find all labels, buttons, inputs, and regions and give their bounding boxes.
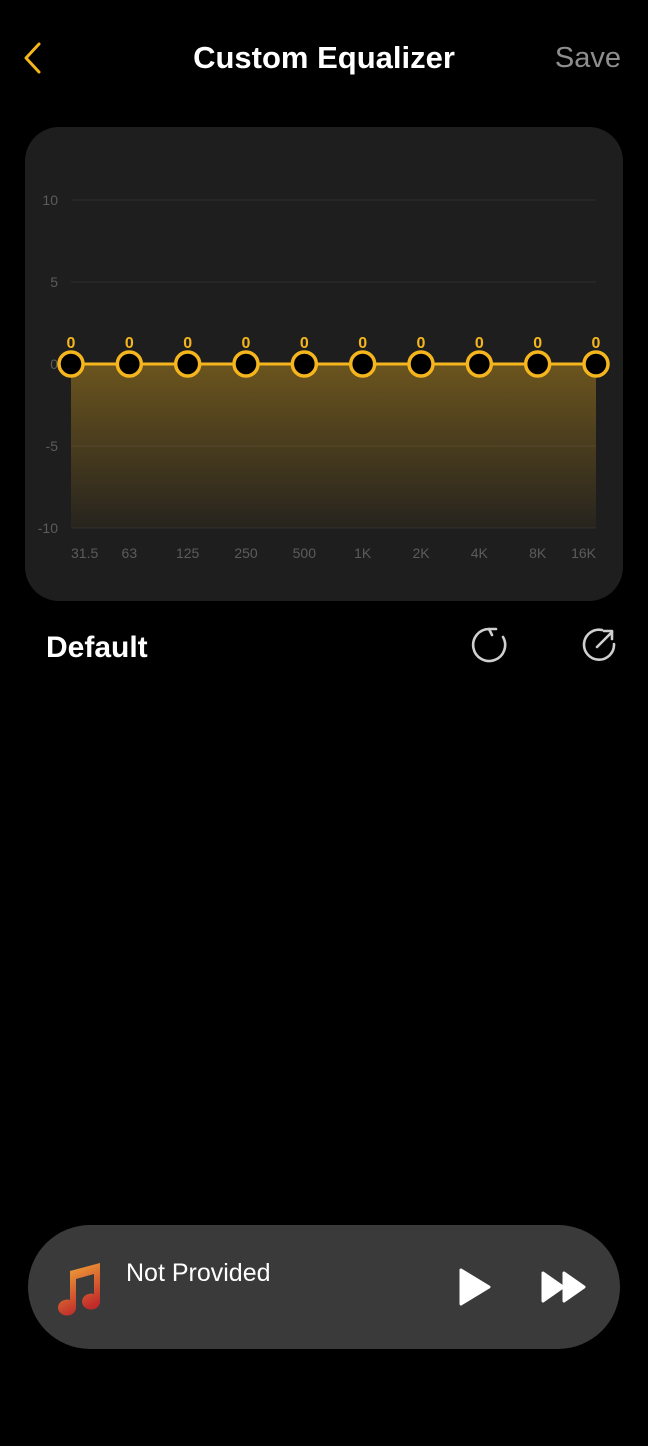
eq-band-handle[interactable]: [465, 350, 494, 378]
eq-value-label: 0: [358, 335, 367, 352]
share-button[interactable]: [578, 624, 620, 666]
play-icon: [459, 1268, 491, 1306]
band-frequency-label: 250: [234, 545, 258, 561]
eq-value-label: 0: [183, 335, 192, 352]
y-tick-label: -10: [38, 520, 58, 536]
y-tick-label: 5: [50, 274, 58, 290]
band-frequency-label: 4K: [471, 545, 489, 561]
save-button[interactable]: Save: [555, 38, 621, 78]
music-note-icon: [58, 1263, 101, 1316]
eq-band-handle[interactable]: [407, 350, 435, 378]
eq-band-handle[interactable]: [582, 350, 610, 378]
eq-band-handle[interactable]: [57, 350, 85, 378]
equalizer-card[interactable]: 10 5 0 -5 -10 0000000000 31.5 63 125 250 500 1K 2K…: [25, 127, 623, 601]
y-tick-label: 10: [42, 192, 58, 208]
mini-player[interactable]: Not Provided: [28, 1225, 620, 1349]
y-tick-label: 0: [50, 356, 58, 372]
header-bar: Custom Equalizer Save: [0, 0, 648, 116]
reset-icon: [471, 627, 507, 663]
eq-band-handle[interactable]: [173, 350, 202, 378]
preset-row: Default: [0, 616, 648, 676]
next-button[interactable]: [538, 1267, 590, 1307]
play-button[interactable]: [452, 1265, 496, 1309]
eq-band-handle[interactable]: [348, 350, 377, 378]
preset-name: Default: [46, 631, 148, 664]
eq-band-handle[interactable]: [523, 350, 552, 378]
track-title: Not Provided: [126, 1259, 271, 1287]
band-frequency-label: 125: [176, 545, 200, 561]
band-frequency-label: 1K: [354, 545, 372, 561]
reset-button[interactable]: [468, 624, 510, 666]
band-frequency-label: 2K: [412, 545, 430, 561]
band-frequency-label: 16K: [571, 545, 597, 561]
band-frequency-label: 500: [293, 545, 317, 561]
y-tick-label: -5: [46, 438, 59, 454]
eq-value-label: 0: [533, 335, 542, 352]
eq-value-label: 0: [242, 335, 251, 352]
share-icon: [582, 628, 616, 661]
equalizer-chart[interactable]: 1050-5-10 0000000000 31.5 63 125 250 500 1K 2K…: [25, 127, 623, 601]
eq-value-label: 0: [417, 335, 426, 352]
fast-forward-icon: [541, 1271, 586, 1303]
eq-value-label: 0: [475, 335, 484, 352]
eq-band-handle[interactable]: [115, 350, 144, 378]
eq-band-handle[interactable]: [232, 350, 260, 378]
page-title: Custom Equalizer: [193, 40, 455, 75]
band-frequency-label: 8K: [529, 545, 547, 561]
album-art: [50, 1257, 110, 1319]
eq-value-label: 0: [125, 335, 134, 352]
eq-curve-fill: [71, 364, 596, 528]
eq-value-label: 0: [592, 335, 601, 352]
band-frequency-label: 63: [122, 545, 138, 561]
band-frequency-label: 31.5: [71, 545, 98, 561]
eq-band-handle[interactable]: [290, 350, 319, 378]
eq-value-label: 0: [67, 335, 76, 352]
eq-value-label: 0: [300, 335, 309, 352]
